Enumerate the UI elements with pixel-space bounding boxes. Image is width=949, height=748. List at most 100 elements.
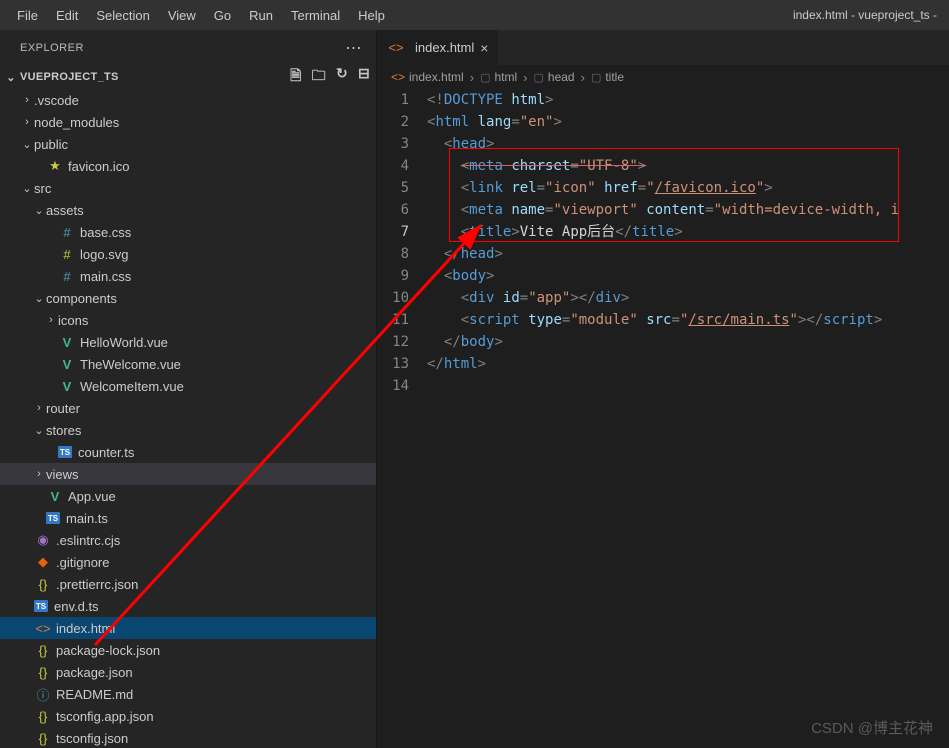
file-env-d-ts[interactable]: TSenv.d.ts	[0, 595, 376, 617]
file-tsconfig-json[interactable]: {}tsconfig.json	[0, 727, 376, 748]
breadcrumb-item[interactable]: head	[548, 70, 575, 84]
menu-edit[interactable]: Edit	[47, 4, 87, 27]
html-icon: <>	[34, 621, 52, 636]
tab-index-html[interactable]: <> index.html ×	[377, 30, 499, 65]
menu-view[interactable]: View	[159, 4, 205, 27]
code-line[interactable]	[427, 375, 949, 397]
chevron-right-icon: ›	[44, 314, 58, 326]
folder-public[interactable]: ⌄public	[0, 133, 376, 155]
file-README-md[interactable]: ⓘREADME.md	[0, 683, 376, 705]
line-gutter: 1234567891011121314	[377, 89, 427, 748]
breadcrumb-item[interactable]: html	[494, 70, 517, 84]
menu-terminal[interactable]: Terminal	[282, 4, 349, 27]
new-folder-icon[interactable]: 🗀	[312, 65, 326, 89]
file-counter-ts[interactable]: TScounter.ts	[0, 441, 376, 463]
folder-src[interactable]: ⌄src	[0, 177, 376, 199]
code-line[interactable]: </body>	[427, 331, 949, 353]
menu-go[interactable]: Go	[205, 4, 240, 27]
file-base-css[interactable]: # base.css	[0, 221, 376, 243]
file-favicon-ico[interactable]: ★favicon.ico	[0, 155, 376, 177]
file--prettierrc-json[interactable]: {}.prettierrc.json	[0, 573, 376, 595]
tree-label: main.css	[80, 269, 131, 284]
folder-stores[interactable]: ⌄stores	[0, 419, 376, 441]
tab-label: index.html	[415, 40, 474, 55]
code-editor[interactable]: 1234567891011121314 <!DOCTYPE html><html…	[377, 89, 949, 748]
code-line[interactable]: <head>	[427, 133, 949, 155]
menu-help[interactable]: Help	[349, 4, 394, 27]
chevron-right-icon: ›	[20, 116, 34, 128]
file-package-json[interactable]: {}package.json	[0, 661, 376, 683]
tree-label: tsconfig.json	[56, 731, 128, 746]
code-line[interactable]: <title>Vite App后台</title>	[427, 221, 949, 243]
folder-router[interactable]: ›router	[0, 397, 376, 419]
code-line[interactable]: </html>	[427, 353, 949, 375]
file-WelcomeItem-vue[interactable]: VWelcomeItem.vue	[0, 375, 376, 397]
file-tree: ›.vscode›node_modules⌄public★favicon.ico…	[0, 89, 376, 748]
code-body[interactable]: <!DOCTYPE html><html lang="en"> <head> <…	[427, 89, 949, 748]
gear-icon: ◉	[34, 532, 52, 548]
window-title: index.html - vueproject_ts -	[793, 8, 941, 22]
new-file-icon[interactable]: 🗎	[290, 65, 302, 89]
folder-components[interactable]: ⌄components	[0, 287, 376, 309]
code-line[interactable]: <div id="app"></div>	[427, 287, 949, 309]
menu-selection[interactable]: Selection	[87, 4, 158, 27]
tree-label: public	[34, 137, 68, 152]
file-logo-svg[interactable]: #logo.svg	[0, 243, 376, 265]
star-icon: ★	[46, 158, 64, 174]
code-line[interactable]: <body>	[427, 265, 949, 287]
menubar: FileEditSelectionViewGoRunTerminalHelp i…	[0, 0, 949, 30]
file-main-ts[interactable]: TSmain.ts	[0, 507, 376, 529]
project-header[interactable]: ⌄ VUEPROJECT_TS 🗎 🗀 ↻ ⊟	[0, 65, 376, 89]
tree-label: TheWelcome.vue	[80, 357, 181, 372]
tree-label: .eslintrc.cjs	[56, 533, 120, 548]
file-TheWelcome-vue[interactable]: VTheWelcome.vue	[0, 353, 376, 375]
struct-icon: ▢	[591, 71, 601, 84]
file-HelloWorld-vue[interactable]: VHelloWorld.vue	[0, 331, 376, 353]
explorer-more-icon[interactable]: ⋯	[346, 38, 363, 58]
tree-label: counter.ts	[78, 445, 134, 460]
folder-views[interactable]: ›views	[0, 463, 376, 485]
folder-assets[interactable]: ⌄assets	[0, 199, 376, 221]
file-App-vue[interactable]: VApp.vue	[0, 485, 376, 507]
collapse-icon[interactable]: ⊟	[358, 65, 370, 89]
folder-node_modules[interactable]: ›node_modules	[0, 111, 376, 133]
tree-label: HelloWorld.vue	[80, 335, 168, 350]
vue-icon: V	[46, 489, 64, 504]
file--gitignore[interactable]: ◆.gitignore	[0, 551, 376, 573]
close-icon[interactable]: ×	[480, 40, 488, 56]
folder-icons[interactable]: ›icons	[0, 309, 376, 331]
code-line[interactable]: <meta name="viewport" content="width=dev…	[427, 199, 949, 221]
chevron-down-icon: ⌄	[32, 292, 46, 305]
editor-area: <> index.html × <> index.html›▢ html›▢ h…	[377, 30, 949, 748]
file--eslintrc-cjs[interactable]: ◉ .eslintrc.cjs	[0, 529, 376, 551]
code-line[interactable]: <html lang="en">	[427, 111, 949, 133]
file-tsconfig-app-json[interactable]: {}tsconfig.app.json	[0, 705, 376, 727]
code-line[interactable]: </head>	[427, 243, 949, 265]
tree-label: src	[34, 181, 51, 196]
file-main-css[interactable]: #main.css	[0, 265, 376, 287]
code-line[interactable]: <link rel="icon" href="/favicon.ico">	[427, 177, 949, 199]
refresh-icon[interactable]: ↻	[336, 65, 348, 89]
tree-label: node_modules	[34, 115, 119, 130]
git-icon: ◆	[34, 554, 52, 570]
breadcrumb-item[interactable]: title	[605, 70, 624, 84]
menu-run[interactable]: Run	[240, 4, 282, 27]
chevron-right-icon: ›	[581, 70, 585, 85]
folder--vscode[interactable]: ›.vscode	[0, 89, 376, 111]
file-index-html[interactable]: <>index.html	[0, 617, 376, 639]
code-line[interactable]: <meta charset="UTF-8">	[427, 155, 949, 177]
css-icon: #	[58, 225, 76, 240]
breadcrumb[interactable]: <> index.html›▢ html›▢ head›▢ title	[377, 65, 949, 89]
tree-label: icons	[58, 313, 88, 328]
chevron-down-icon: ⌄	[32, 424, 46, 437]
html-icon: <>	[391, 70, 405, 84]
tree-label: base.css	[80, 225, 131, 240]
code-line[interactable]: <script type="module" src="/src/main.ts"…	[427, 309, 949, 331]
tree-label: logo.svg	[80, 247, 128, 262]
ts-icon: TS	[34, 600, 48, 612]
chevron-right-icon: ›	[32, 468, 46, 480]
menu-file[interactable]: File	[8, 4, 47, 27]
code-line[interactable]: <!DOCTYPE html>	[427, 89, 949, 111]
breadcrumb-item[interactable]: index.html	[409, 70, 464, 84]
file-package-lock-json[interactable]: {}package-lock.json	[0, 639, 376, 661]
